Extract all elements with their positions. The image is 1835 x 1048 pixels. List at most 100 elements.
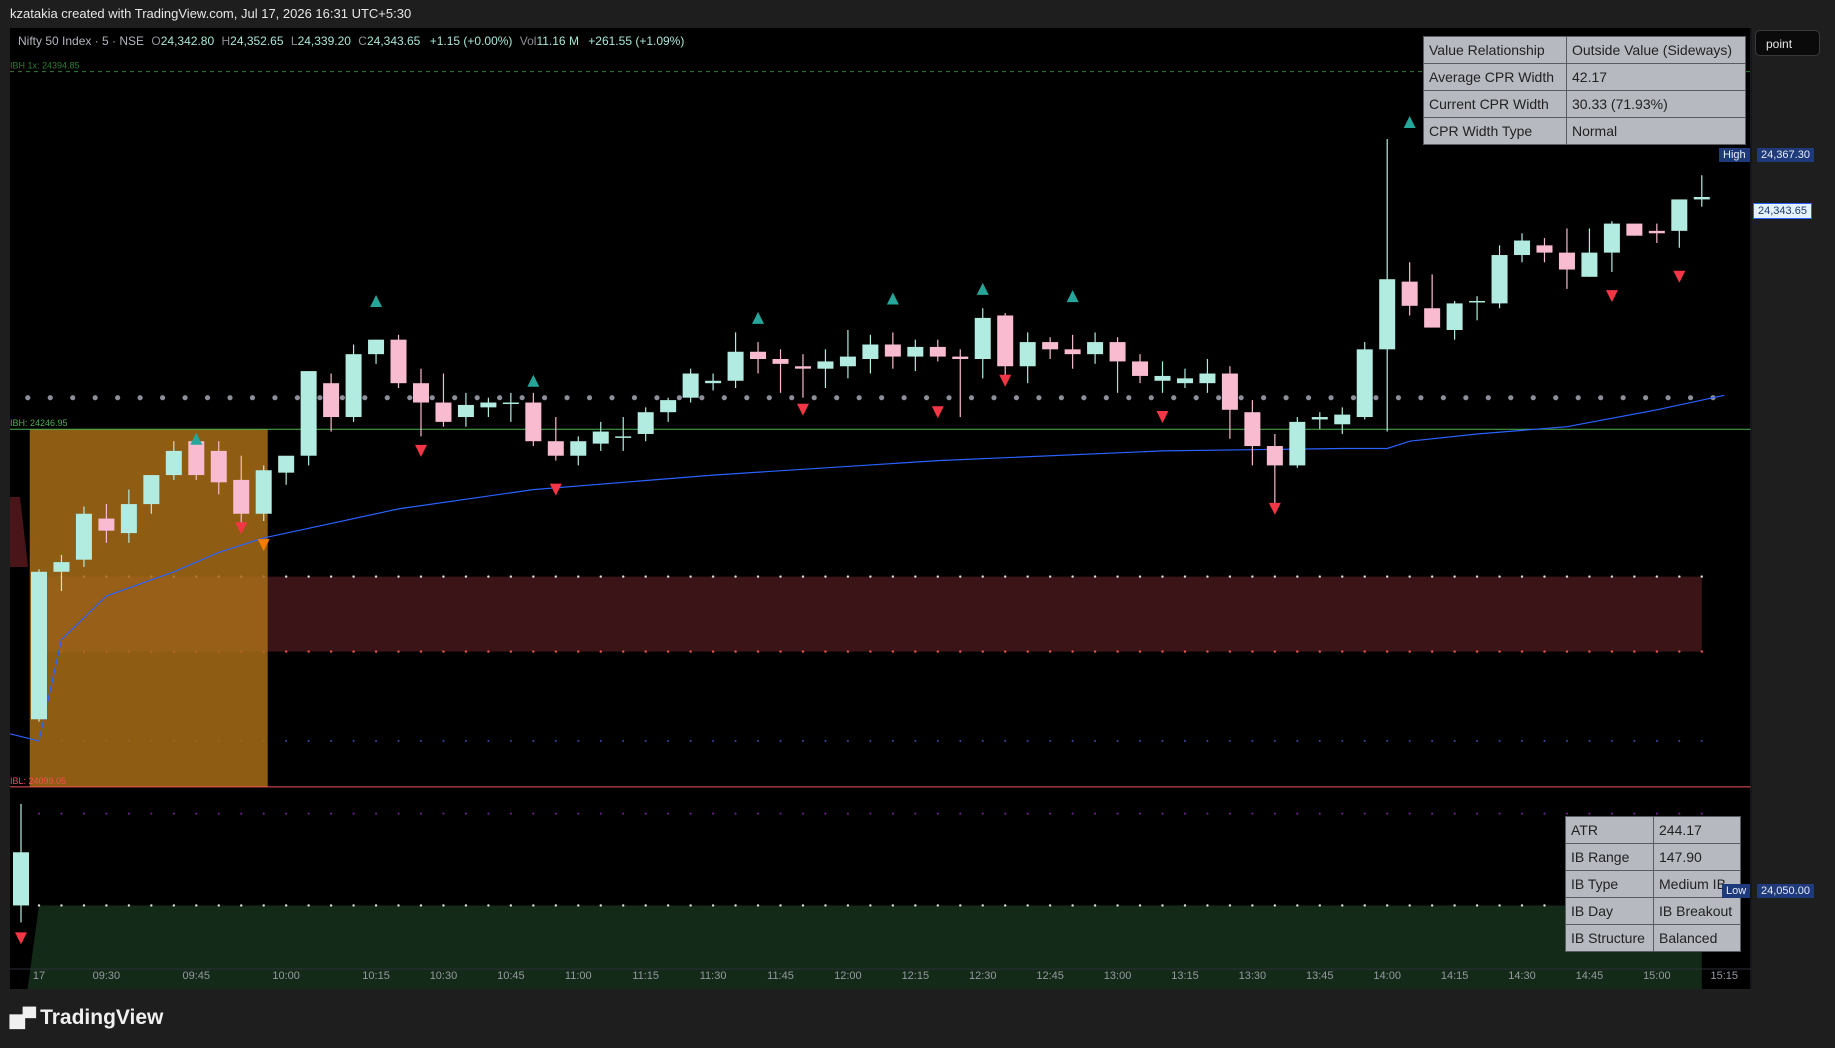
zone-bottom-dot — [869, 650, 872, 653]
level-dot — [757, 740, 760, 743]
level-dot — [1026, 812, 1029, 815]
zone-top-dot — [1341, 575, 1344, 578]
footer-bar — [0, 989, 1835, 1048]
ibh-label: IBH: 24246.95 — [10, 418, 68, 428]
level-dot — [1476, 812, 1479, 815]
zone-bottom-dot — [509, 650, 513, 653]
time-tick-label: 12:00 — [834, 970, 862, 982]
level-dot — [936, 740, 939, 743]
level-dot — [307, 812, 310, 815]
candle-body — [1221, 373, 1238, 410]
attribution-bar: kzatakia created with TradingView.com, J… — [0, 0, 1835, 28]
candle-body — [1019, 342, 1036, 367]
cpr-dot — [1350, 395, 1357, 401]
candle-body — [457, 404, 474, 418]
cpr-dot — [1598, 395, 1604, 401]
time-tick-label: 14:45 — [1576, 970, 1604, 982]
level-dot — [689, 740, 692, 743]
zone-top-dot — [419, 904, 423, 907]
level-dot — [936, 812, 939, 815]
zone-top-dot — [1026, 904, 1029, 907]
cpr-dot — [654, 395, 660, 401]
zone-top-dot — [487, 904, 490, 907]
zone-top-dot — [1071, 575, 1074, 578]
cpr-dot — [159, 395, 166, 401]
candle-body — [1087, 342, 1104, 355]
zone-bottom-dot — [644, 650, 647, 653]
cpr-dot — [317, 395, 323, 401]
attribution-text: kzatakia created with TradingView.com, J… — [10, 6, 412, 21]
zone-top-dot — [1498, 575, 1501, 578]
cpr-dot — [946, 395, 952, 401]
zone-top-dot — [1453, 904, 1456, 907]
scale-point-button[interactable]: point — [1755, 30, 1820, 56]
level-dot — [487, 740, 490, 743]
candlestick-chart[interactable]: IBH: 24246.95 IBL: 24099.05 IBH 1x: 24394.… — [10, 28, 1752, 989]
buy-signal-marker — [886, 292, 899, 305]
candle-body — [682, 373, 699, 398]
level-dot — [195, 812, 198, 815]
zone-top-dot — [1004, 904, 1007, 907]
low-tag-label: Low — [1722, 884, 1751, 898]
level-dot — [891, 740, 894, 743]
cpr-dot — [1013, 395, 1020, 401]
cpr-value: Normal — [1566, 117, 1746, 145]
level-dot — [869, 812, 872, 815]
zone-top-dot — [577, 575, 580, 578]
level-dot — [285, 740, 288, 743]
zone-top-dot — [329, 575, 333, 578]
level-dot — [285, 812, 288, 815]
cpr-dot — [879, 395, 885, 401]
cpr-dot — [1193, 395, 1199, 401]
zone-top-dot — [240, 904, 243, 907]
open-value: 24,342.80 — [160, 34, 215, 48]
zone-bottom-dot — [1700, 650, 1703, 653]
level-dot — [1453, 740, 1456, 743]
level-dot — [801, 740, 804, 743]
zone-bottom-dot — [1408, 650, 1411, 653]
candle-body — [794, 366, 811, 369]
zone-top-dot — [1296, 575, 1299, 578]
level-dot — [622, 740, 625, 743]
cpr-dot — [1081, 395, 1087, 401]
cpr-dot — [1575, 395, 1581, 401]
zone-top-dot — [1408, 904, 1411, 907]
zone-top-dot — [150, 904, 153, 907]
cpr-dot — [744, 395, 750, 401]
cpr-dot — [1373, 395, 1379, 401]
zone-bottom-dot — [824, 650, 827, 653]
candle-body — [862, 344, 879, 360]
cpr-dot — [1036, 395, 1042, 401]
cpr-dot — [1238, 395, 1244, 401]
candle-body — [480, 402, 497, 408]
symbol-legend[interactable]: Nifty 50 Index · 5 · NSE O24,342.80 H24,… — [18, 34, 684, 48]
candle-body — [615, 436, 632, 438]
zone-bottom-dot — [599, 650, 602, 653]
chart-pane[interactable]: IBH: 24246.95 IBL: 24099.05 IBH 1x: 24394.… — [10, 28, 1752, 989]
cpr-dot — [474, 395, 480, 401]
table-row: Average CPR Width 42.17 — [1423, 63, 1746, 91]
candle-body — [1469, 300, 1486, 303]
level-dot — [1206, 812, 1209, 815]
zone-top-dot — [1273, 575, 1277, 578]
time-tick-label: 14:30 — [1508, 970, 1536, 982]
zone-bottom-dot — [891, 650, 895, 653]
level-dot — [60, 812, 63, 815]
cpr-dot — [294, 395, 301, 401]
tradingview-logo[interactable]: ▅▀ TradingView — [10, 1006, 163, 1030]
zone-bottom-dot — [779, 650, 782, 653]
zone-top-dot — [711, 575, 715, 578]
candle-body — [839, 356, 856, 367]
level-dot — [846, 812, 849, 815]
cpr-dot — [339, 395, 345, 401]
level-dot — [1273, 740, 1276, 743]
cpr-dot — [1395, 395, 1402, 401]
candle-body — [1109, 342, 1126, 362]
level-dot — [1476, 740, 1479, 743]
level-dot — [150, 812, 153, 815]
cpr-dot — [766, 395, 772, 401]
time-tick-label: 10:30 — [430, 970, 458, 982]
zone-top-dot — [666, 904, 670, 907]
level-dot — [217, 812, 220, 815]
zone-top-dot — [1318, 904, 1321, 907]
